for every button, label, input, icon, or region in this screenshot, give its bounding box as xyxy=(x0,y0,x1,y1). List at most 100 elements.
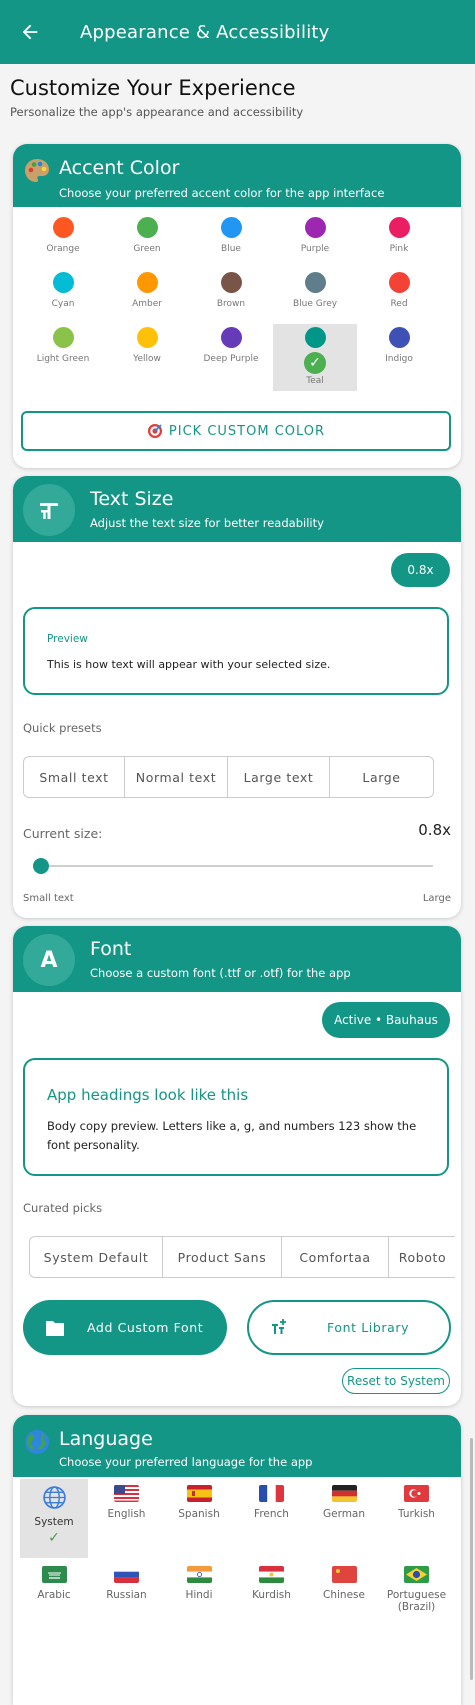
swatch-label: Teal xyxy=(306,376,324,386)
swatch-dot xyxy=(304,327,326,348)
preset-option[interactable]: Large xyxy=(330,757,433,797)
language-option-hindi[interactable]: Hindi xyxy=(165,1566,233,1601)
current-size-value: 0.8x xyxy=(418,821,451,839)
color-swatch-cyan[interactable]: Cyan xyxy=(21,272,105,309)
font-library-button[interactable]: Font Library xyxy=(247,1300,451,1355)
curated-font-option[interactable]: Product Sans xyxy=(163,1237,282,1277)
language-option-turkish[interactable]: Turkish xyxy=(383,1485,451,1520)
brazil-flag-icon xyxy=(404,1566,429,1583)
reset-to-system-button[interactable]: Reset to System xyxy=(342,1368,450,1394)
spain-flag-icon xyxy=(186,1485,212,1502)
color-swatch-pink[interactable]: Pink xyxy=(357,217,441,254)
language-label: French xyxy=(254,1508,289,1520)
quick-presets-group: Small text Normal text Large text Large xyxy=(23,756,434,798)
swatch-label: Yellow xyxy=(133,354,161,364)
accent-color-subtitle: Choose your preferred accent color for t… xyxy=(59,186,385,200)
curated-font-option[interactable]: System Default xyxy=(30,1237,163,1277)
language-option-spanish[interactable]: Spanish xyxy=(165,1485,233,1520)
preset-option[interactable]: Small text xyxy=(24,757,125,797)
language-option-english[interactable]: English xyxy=(93,1485,161,1520)
text-size-slider-thumb[interactable] xyxy=(33,858,49,874)
font-letter-icon: A xyxy=(23,934,75,986)
accent-color-header: Accent Color Choose your preferred accen… xyxy=(13,144,461,207)
language-label: English xyxy=(107,1508,146,1520)
curated-font-option[interactable]: Roboto xyxy=(389,1237,455,1277)
swatch-label: Red xyxy=(390,299,408,309)
color-swatch-blue[interactable]: Blue xyxy=(189,217,273,254)
app-bar: Appearance & Accessibility xyxy=(0,0,475,64)
swatch-dot xyxy=(136,217,158,238)
page-title: Appearance & Accessibility xyxy=(80,21,330,43)
quick-presets-label: Quick presets xyxy=(23,721,102,735)
scrollbar[interactable] xyxy=(470,1438,473,1680)
preset-option[interactable]: Large text xyxy=(228,757,330,797)
swatch-dot xyxy=(52,272,74,293)
us-flag-icon xyxy=(114,1485,139,1502)
color-swatch-amber[interactable]: Amber xyxy=(105,272,189,309)
accent-color-title: Accent Color xyxy=(59,157,180,179)
swatch-label: Amber xyxy=(132,299,162,309)
language-header: Language Choose your preferred language … xyxy=(13,1415,461,1477)
language-label: Kurdish xyxy=(252,1589,291,1601)
curated-fonts-group: System Default Product Sans Comfortaa Robot… xyxy=(29,1236,455,1278)
swatch-label: Blue xyxy=(221,244,241,254)
swatch-dot xyxy=(220,272,242,293)
add-custom-font-button[interactable]: Add Custom Font xyxy=(23,1300,227,1355)
language-label: Spanish xyxy=(178,1508,220,1520)
text-size-header: Text Size Adjust the text size for bette… xyxy=(13,476,461,542)
saudi-flag-icon xyxy=(41,1566,67,1583)
font-title: Font xyxy=(90,938,132,960)
color-swatch-red[interactable]: Red xyxy=(357,272,441,309)
swatch-label: Light Green xyxy=(36,354,90,364)
language-label: System xyxy=(34,1516,74,1528)
font-subtitle: Choose a custom font (.ttf or .otf) for … xyxy=(90,966,351,980)
text-size-slider-track[interactable] xyxy=(33,865,433,867)
color-swatch-yellow[interactable]: Yellow xyxy=(105,327,189,364)
font-library-icon xyxy=(272,1318,286,1334)
language-title: Language xyxy=(59,1428,153,1450)
text-preview-box: Preview This is how text will appear wit… xyxy=(23,607,449,695)
language-label: Hindi xyxy=(185,1589,213,1601)
swatch-dot xyxy=(220,327,242,348)
color-swatch-orange[interactable]: Orange xyxy=(21,217,105,254)
curated-font-option[interactable]: Comfortaa xyxy=(282,1237,389,1277)
language-option-arabic[interactable]: Arabic xyxy=(20,1566,88,1601)
swatch-dot xyxy=(304,272,326,293)
check-icon: ✓ xyxy=(48,1530,60,1546)
color-swatch-light-green[interactable]: Light Green xyxy=(21,327,105,364)
color-swatch-teal[interactable]: ✓ Teal xyxy=(273,324,357,391)
kurdistan-flag-icon xyxy=(259,1566,284,1583)
language-option-russian[interactable]: Russian xyxy=(93,1566,161,1601)
preset-option[interactable]: Normal text xyxy=(125,757,228,797)
color-swatch-indigo[interactable]: Indigo xyxy=(357,327,441,364)
current-size-label: Current size: xyxy=(23,826,103,841)
font-card: A Font Choose a custom font (.ttf or .ot… xyxy=(13,926,461,1406)
language-option-german[interactable]: German xyxy=(310,1485,378,1520)
language-option-portuguese-brazil[interactable]: Portuguese (Brazil) xyxy=(383,1566,451,1613)
add-custom-font-label: Add Custom Font xyxy=(87,1320,204,1335)
text-size-icon xyxy=(23,484,75,536)
globe-icon xyxy=(25,1430,49,1454)
target-icon xyxy=(147,424,162,438)
france-flag-icon xyxy=(259,1485,284,1502)
arrow-left-icon xyxy=(22,24,38,40)
text-size-badge: 0.8x xyxy=(391,553,450,587)
color-swatch-green[interactable]: Green xyxy=(105,217,189,254)
language-option-kurdish[interactable]: Kurdish xyxy=(238,1566,306,1601)
color-swatch-blue-grey[interactable]: Blue Grey xyxy=(273,272,357,309)
swatch-dot xyxy=(388,272,410,293)
language-option-system[interactable]: System ✓ xyxy=(20,1479,88,1558)
slider-max-label: Large xyxy=(422,893,451,904)
color-swatch-purple[interactable]: Purple xyxy=(273,217,357,254)
palette-icon xyxy=(25,159,49,182)
pick-custom-color-label: PICK CUSTOM COLOR xyxy=(168,423,326,439)
color-swatch-deep-purple[interactable]: Deep Purple xyxy=(189,327,273,364)
language-option-chinese[interactable]: Chinese xyxy=(310,1566,378,1601)
text-size-subtitle: Adjust the text size for better readabil… xyxy=(90,516,324,530)
color-swatch-brown[interactable]: Brown xyxy=(189,272,273,309)
language-label: Arabic xyxy=(37,1589,71,1601)
back-button[interactable] xyxy=(0,0,60,64)
folder-icon xyxy=(46,1320,64,1336)
language-option-french[interactable]: French xyxy=(238,1485,306,1520)
pick-custom-color-button[interactable]: PICK CUSTOM COLOR xyxy=(21,411,451,451)
